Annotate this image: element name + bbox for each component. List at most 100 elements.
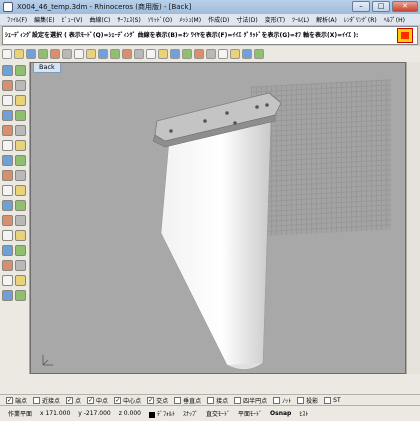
osnap-option[interactable]: 投影 bbox=[297, 396, 318, 405]
help-icon[interactable] bbox=[254, 49, 264, 59]
extrude-icon[interactable] bbox=[15, 155, 26, 166]
osnap-checkbox[interactable]: ✓ bbox=[87, 397, 95, 404]
osnap-checkbox[interactable] bbox=[33, 397, 41, 404]
undo-icon[interactable] bbox=[86, 49, 96, 59]
snap-toggle[interactable]: ｽﾅｯﾌﾟ bbox=[183, 409, 198, 418]
boolean-icon[interactable] bbox=[2, 200, 13, 211]
polygon-icon[interactable] bbox=[2, 125, 13, 136]
select-icon[interactable] bbox=[2, 65, 13, 76]
osnap-checkbox[interactable]: ✓ bbox=[147, 397, 155, 404]
osnap-option[interactable]: 垂直点 bbox=[174, 396, 201, 405]
properties-icon[interactable] bbox=[194, 49, 204, 59]
render-icon[interactable] bbox=[218, 49, 228, 59]
color-swatch-button[interactable] bbox=[397, 28, 413, 43]
osnap-checkbox[interactable]: ✓ bbox=[66, 397, 74, 404]
dimension-icon[interactable] bbox=[15, 140, 26, 151]
menu-curve[interactable]: 曲線(C) bbox=[89, 15, 110, 24]
join-icon[interactable] bbox=[2, 230, 13, 241]
shade-icon[interactable] bbox=[206, 49, 216, 59]
viewport-tab-back[interactable]: Back bbox=[33, 63, 61, 73]
rectangle-icon[interactable] bbox=[15, 110, 26, 121]
line-icon[interactable] bbox=[2, 80, 13, 91]
rotate-icon[interactable] bbox=[2, 260, 13, 271]
menu-file[interactable]: ﾌｧｲﾙ(F) bbox=[7, 15, 27, 24]
menu-render[interactable]: ﾚﾝﾀﾞﾘﾝｸﾞ(R) bbox=[344, 15, 377, 24]
mirror-icon[interactable] bbox=[2, 275, 13, 286]
osnap-option[interactable]: ✓ 中点 bbox=[87, 396, 108, 405]
zoom-icon[interactable] bbox=[134, 49, 144, 59]
layer-indicator[interactable]: ﾃﾞﾌｫﾙﾄ bbox=[148, 409, 175, 418]
save-icon[interactable] bbox=[26, 49, 36, 59]
scale-icon[interactable] bbox=[15, 260, 26, 271]
zoom-extents-icon[interactable] bbox=[158, 49, 168, 59]
box-icon[interactable] bbox=[2, 170, 13, 181]
viewport-icon[interactable] bbox=[170, 49, 180, 59]
new-file-icon[interactable] bbox=[2, 49, 12, 59]
arc-icon[interactable] bbox=[15, 95, 26, 106]
menu-dimension[interactable]: 寸法(D) bbox=[236, 15, 257, 24]
group-icon[interactable] bbox=[2, 290, 13, 301]
osnap-toggle[interactable]: Osnap bbox=[270, 410, 291, 417]
point-icon[interactable] bbox=[15, 65, 26, 76]
osnap-option[interactable]: 四半円点 bbox=[234, 396, 267, 405]
trim-icon[interactable] bbox=[2, 215, 13, 226]
minimize-button[interactable]: – bbox=[352, 1, 370, 12]
osnap-option[interactable]: ✓ 交点 bbox=[147, 396, 168, 405]
viewport-side-panel[interactable] bbox=[406, 62, 420, 374]
open-icon[interactable] bbox=[14, 49, 24, 59]
array-icon[interactable] bbox=[15, 275, 26, 286]
menu-surface[interactable]: ｻｰﾌｪｽ(S) bbox=[117, 15, 141, 24]
osnap-option[interactable]: ✓ 端点 bbox=[6, 396, 27, 405]
cone-icon[interactable] bbox=[15, 185, 26, 196]
osnap-checkbox[interactable] bbox=[273, 397, 281, 404]
history-toggle[interactable]: ﾋｽﾄ bbox=[299, 409, 308, 418]
menu-solid[interactable]: ｿﾘｯﾄﾞ(O) bbox=[148, 15, 172, 24]
layer-icon[interactable] bbox=[182, 49, 192, 59]
menu-transform[interactable]: 変形(T) bbox=[265, 15, 285, 24]
osnap-checkbox[interactable] bbox=[174, 397, 182, 404]
osnap-option[interactable]: ST bbox=[324, 397, 341, 404]
menu-analyze[interactable]: 解析(A) bbox=[316, 15, 337, 24]
ortho-toggle[interactable]: 直交ﾓｰﾄﾞ bbox=[206, 409, 230, 418]
cut-icon[interactable] bbox=[50, 49, 60, 59]
osnap-checkbox[interactable] bbox=[234, 397, 242, 404]
osnap-checkbox[interactable] bbox=[297, 397, 305, 404]
planar-toggle[interactable]: 平面ﾓｰﾄﾞ bbox=[238, 409, 262, 418]
split-icon[interactable] bbox=[15, 215, 26, 226]
print-icon[interactable] bbox=[38, 49, 48, 59]
move-icon[interactable] bbox=[2, 245, 13, 256]
menu-create[interactable]: 作成(D) bbox=[208, 15, 229, 24]
osnap-checkbox[interactable]: ✓ bbox=[6, 397, 13, 404]
menu-tools[interactable]: ﾂｰﾙ(L) bbox=[292, 15, 309, 24]
surface-icon[interactable] bbox=[2, 155, 13, 166]
pan-icon[interactable] bbox=[110, 49, 120, 59]
circle-icon[interactable] bbox=[2, 95, 13, 106]
menu-help[interactable]: ﾍﾙﾌﾟ(H) bbox=[384, 15, 405, 24]
menu-view[interactable]: ﾋﾞｭｰ(V) bbox=[62, 15, 83, 24]
polyline-icon[interactable] bbox=[15, 80, 26, 91]
light-icon[interactable] bbox=[230, 49, 240, 59]
options-icon[interactable] bbox=[242, 49, 252, 59]
keel-model[interactable] bbox=[31, 63, 406, 374]
explode-icon[interactable] bbox=[15, 230, 26, 241]
command-prompt[interactable]: ｼｪｰﾃﾞｨﾝｸﾞ設定を選択 ( 表示ﾓｰﾄﾞ(Q)=ｼｪｰﾃﾞｨﾝｸﾞ 曲線を… bbox=[2, 26, 418, 45]
osnap-checkbox[interactable]: ✓ bbox=[114, 397, 122, 404]
menu-edit[interactable]: 編集(E) bbox=[34, 15, 54, 24]
paste-icon[interactable] bbox=[74, 49, 84, 59]
osnap-option[interactable]: 接点 bbox=[207, 396, 228, 405]
osnap-option[interactable]: ✓ 点 bbox=[66, 396, 81, 405]
osnap-checkbox[interactable] bbox=[207, 397, 215, 404]
text-icon[interactable] bbox=[2, 140, 13, 151]
fillet-icon[interactable] bbox=[15, 200, 26, 211]
curve-icon[interactable] bbox=[15, 125, 26, 136]
layer-tool-icon[interactable] bbox=[15, 290, 26, 301]
osnap-option[interactable]: 近接点 bbox=[33, 396, 60, 405]
maximize-button[interactable]: □ bbox=[372, 1, 390, 12]
copy-icon[interactable] bbox=[62, 49, 72, 59]
osnap-option[interactable]: ﾉｯﾄ bbox=[273, 396, 291, 405]
back-viewport[interactable]: Back bbox=[30, 62, 406, 374]
copy-tool-icon[interactable] bbox=[15, 245, 26, 256]
menu-mesh[interactable]: ﾒｯｼｭ(M) bbox=[179, 15, 201, 24]
osnap-checkbox[interactable] bbox=[324, 397, 332, 404]
zoom-window-icon[interactable] bbox=[146, 49, 156, 59]
